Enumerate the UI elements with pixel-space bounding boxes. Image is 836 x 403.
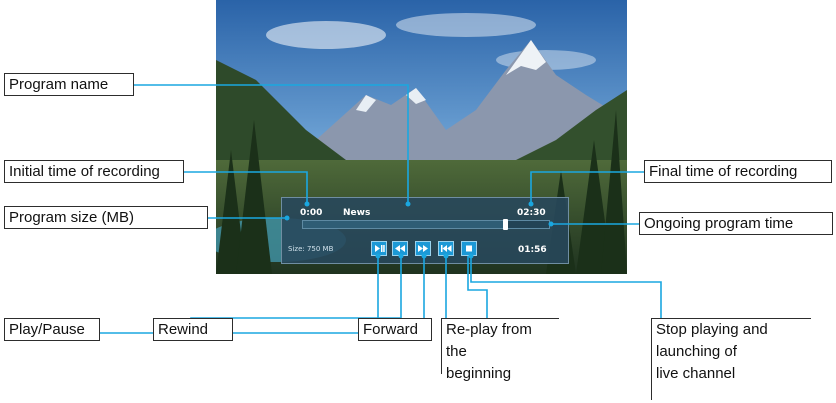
play-pause-icon <box>375 245 385 252</box>
label-initial-time: Initial time of recording <box>4 160 184 183</box>
program-size: Size: 750 MB <box>288 245 334 253</box>
ongoing-time: 01:56 <box>518 245 547 255</box>
player-control-panel: 0:00 News 02:30 Size: 750 MB 01:56 <box>281 197 569 264</box>
progress-bar[interactable] <box>302 219 550 230</box>
label-stop-line3: live channel <box>656 365 736 382</box>
program-name: News <box>343 208 371 218</box>
forward-icon <box>418 245 428 252</box>
progress-thumb[interactable] <box>502 219 508 230</box>
play-pause-button[interactable] <box>371 241 387 256</box>
label-replay-line1: Re-play from the <box>446 321 532 360</box>
label-stop-line1: Stop playing and <box>656 321 768 338</box>
label-program-name: Program name <box>4 73 134 96</box>
label-forward: Forward <box>358 318 432 341</box>
label-play-pause: Play/Pause <box>4 318 100 341</box>
forward-button[interactable] <box>415 241 431 256</box>
stop-button[interactable] <box>461 241 477 256</box>
label-program-size: Program size (MB) <box>4 206 208 229</box>
start-time: 0:00 <box>300 208 323 218</box>
label-replay: Re-play from the beginning <box>441 318 559 382</box>
label-rewind: Rewind <box>153 318 233 341</box>
label-final-time: Final time of recording <box>644 160 832 183</box>
label-ongoing-time: Ongoing program time <box>639 212 833 235</box>
end-time: 02:30 <box>517 208 546 218</box>
progress-fill <box>303 221 505 228</box>
replay-icon <box>441 245 452 252</box>
label-stop: Stop playing and launching of live chann… <box>651 318 811 400</box>
stop-icon <box>466 245 472 252</box>
rewind-icon <box>395 245 405 252</box>
label-replay-line2: beginning <box>446 365 512 382</box>
rewind-button[interactable] <box>392 241 408 256</box>
label-stop-line2: launching of <box>656 343 737 360</box>
replay-button[interactable] <box>438 241 454 256</box>
